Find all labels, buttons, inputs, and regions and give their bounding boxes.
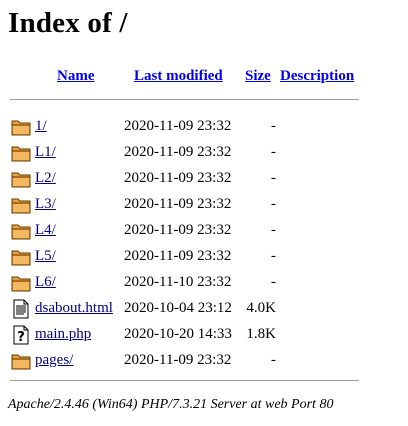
last-modified-cell: 2020-11-09 23:32 (124, 170, 232, 186)
size-cell: - (271, 352, 276, 368)
size-cell: 1.8K (246, 326, 276, 342)
svg-text:?: ? (17, 330, 25, 345)
table-row: L2/2020-11-09 23:32 - (0, 165, 408, 191)
table-row: L3/2020-11-09 23:32 - (0, 191, 408, 217)
page-title: Index of / (8, 7, 128, 39)
size-cell: - (271, 144, 276, 160)
file-link[interactable]: L6/ (35, 273, 56, 291)
file-link[interactable]: 1/ (35, 117, 47, 135)
last-modified-cell: 2020-11-09 23:32 (124, 248, 232, 264)
text-file-icon (11, 299, 32, 319)
folder-icon (11, 221, 32, 241)
table-row: L4/2020-11-09 23:32 - (0, 217, 408, 243)
table-row: L6/2020-11-10 23:32 - (0, 269, 408, 295)
last-modified-cell: 2020-11-09 23:32 (124, 118, 232, 134)
column-header-last-modified[interactable]: Last modified (134, 67, 223, 85)
column-header-name[interactable]: Name (57, 67, 95, 85)
folder-icon (11, 169, 32, 189)
file-link[interactable]: pages/ (35, 351, 73, 369)
file-link[interactable]: L3/ (35, 195, 56, 213)
size-cell: - (271, 118, 276, 134)
file-link[interactable]: L1/ (35, 143, 56, 161)
folder-icon (11, 143, 32, 163)
table-row: L1/2020-11-09 23:32 - (0, 139, 408, 165)
header-divider (10, 99, 359, 100)
table-row: L5/2020-11-09 23:32 - (0, 243, 408, 269)
folder-icon (11, 195, 32, 215)
size-cell: - (271, 196, 276, 212)
folder-icon (11, 273, 32, 293)
last-modified-cell: 2020-11-09 23:32 (124, 144, 232, 160)
size-cell: - (271, 248, 276, 264)
table-row: dsabout.html 2020-10-04 23:12 4.0K (0, 295, 408, 321)
unknown-file-icon: ? (11, 325, 32, 345)
last-modified-cell: 2020-10-20 14:33 (124, 326, 232, 342)
file-link[interactable]: main.php (35, 325, 91, 343)
size-cell: 4.0K (246, 300, 276, 316)
column-header-description[interactable]: Description (280, 67, 354, 85)
table-row: pages/2020-11-09 23:32 - (0, 347, 408, 373)
last-modified-cell: 2020-11-09 23:32 (124, 196, 232, 212)
folder-icon (11, 351, 32, 371)
last-modified-cell: 2020-11-09 23:32 (124, 352, 232, 368)
file-link[interactable]: L5/ (35, 247, 56, 265)
last-modified-cell: 2020-10-04 23:12 (124, 300, 232, 316)
footer-divider (10, 380, 359, 381)
column-header-size[interactable]: Size (245, 67, 271, 85)
table-row: 1/2020-11-09 23:32 - (0, 113, 408, 139)
file-link[interactable]: L4/ (35, 221, 56, 239)
file-link[interactable]: dsabout.html (35, 299, 113, 317)
file-link[interactable]: L2/ (35, 169, 56, 187)
server-signature: Apache/2.4.46 (Win64) PHP/7.3.21 Server … (8, 397, 334, 412)
last-modified-cell: 2020-11-10 23:32 (124, 274, 232, 290)
size-cell: - (271, 222, 276, 238)
size-cell: - (271, 170, 276, 186)
last-modified-cell: 2020-11-09 23:32 (124, 222, 232, 238)
folder-icon (11, 117, 32, 137)
size-cell: - (271, 274, 276, 290)
folder-icon (11, 247, 32, 267)
table-row: ? main.php 2020-10-20 14:33 1.8K (0, 321, 408, 347)
